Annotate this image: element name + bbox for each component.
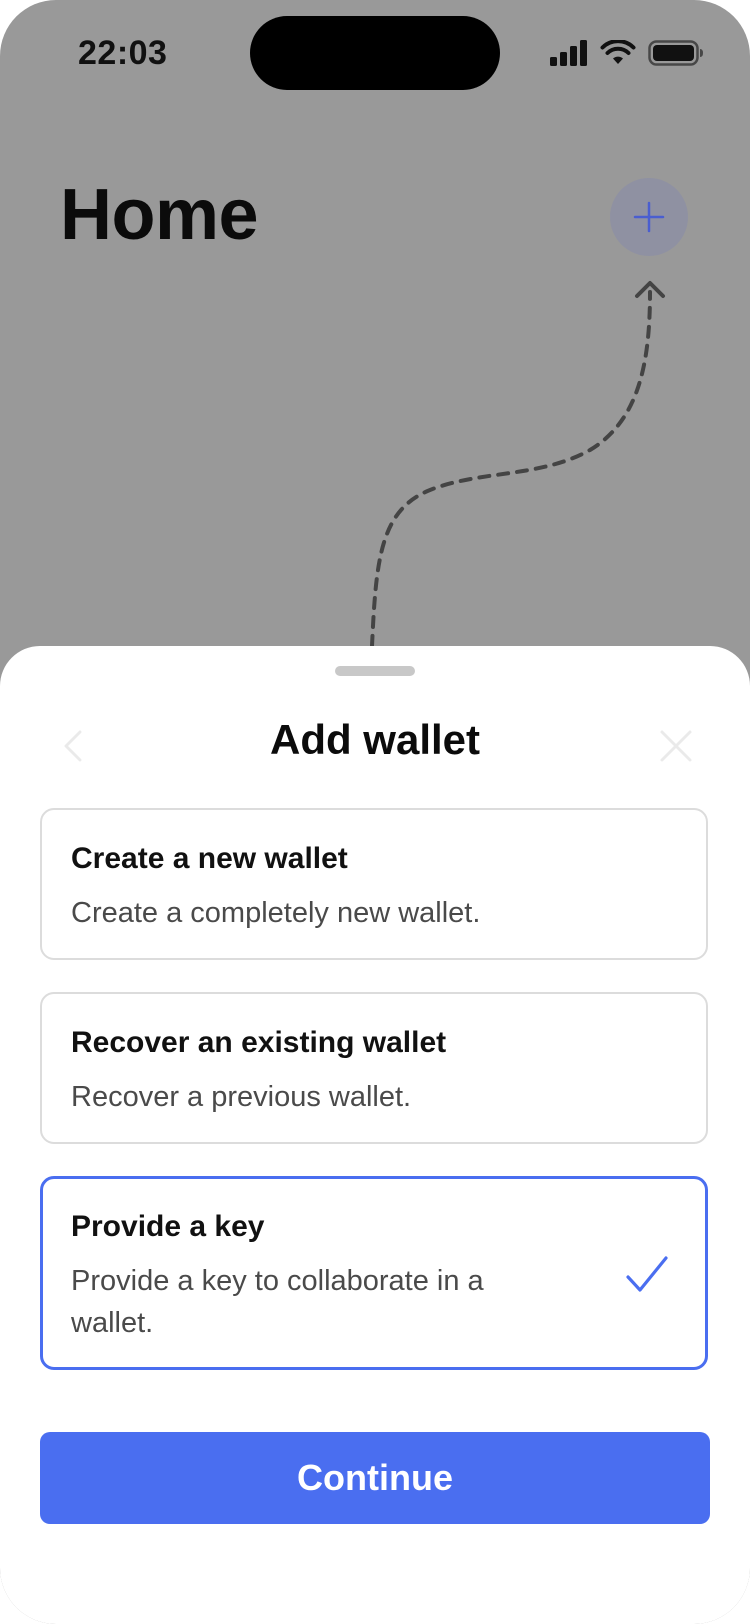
checkmark-icon bbox=[626, 1256, 668, 1292]
option-description: Provide a key to collaborate in a wallet… bbox=[71, 1265, 484, 1339]
option-create-wallet[interactable]: Create a new wallet Create a completely … bbox=[40, 808, 708, 960]
hint-arrow bbox=[370, 281, 665, 648]
sheet-grabber[interactable] bbox=[335, 666, 415, 676]
option-title: Recover an existing wallet bbox=[71, 1026, 447, 1059]
option-title: Create a new wallet bbox=[71, 842, 348, 875]
option-recover-wallet[interactable]: Recover an existing wallet Recover a pre… bbox=[40, 992, 708, 1144]
add-wallet-sheet: Add wallet Create a new wallet Create a … bbox=[0, 646, 750, 1624]
option-title: Provide a key bbox=[71, 1210, 265, 1243]
option-description: Recover a previous wallet. bbox=[71, 1081, 412, 1113]
option-description: Create a completely new wallet. bbox=[71, 897, 481, 929]
option-provide-key[interactable]: Provide a key Provide a key to collabora… bbox=[40, 1176, 708, 1370]
close-icon[interactable] bbox=[658, 728, 694, 764]
sheet-title: Add wallet bbox=[269, 716, 481, 763]
continue-button[interactable]: Continue bbox=[40, 1432, 710, 1524]
phone-screen: 22:03 Home Add wallet Create a new walle… bbox=[0, 0, 750, 1624]
